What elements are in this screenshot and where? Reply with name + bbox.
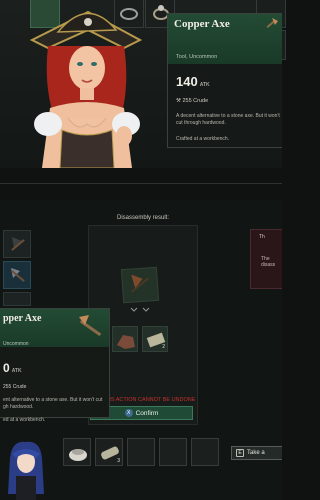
item-tooltip-top: Copper Axe Tool, Uncommon 140 ATK ⚒ 255 C… [167, 13, 282, 148]
key-hint: E [236, 449, 244, 457]
hammer-icon: ⚒ [176, 98, 181, 104]
item-subtitle: Tool, Uncommon [176, 54, 218, 60]
take-label: Take a [247, 450, 265, 456]
hotbar-slot[interactable] [127, 438, 155, 466]
result-slot-crude-copper[interactable] [112, 326, 138, 352]
atk-stat: 140 ATK [176, 74, 210, 89]
wood-plank-icon [146, 332, 166, 348]
chevron-down-icon [130, 307, 150, 312]
divider [0, 183, 282, 184]
material-text: 255 Crude [182, 98, 209, 104]
item-description: ent alternative to a stone axe. But it w… [3, 397, 103, 410]
hotbar-slot[interactable] [159, 438, 187, 466]
axe-icon [11, 268, 25, 282]
crafting-note: ed at a workbench. [3, 417, 46, 423]
disassemble-item-slot[interactable] [120, 266, 160, 304]
result-slot-wood-plank[interactable]: 2 [142, 326, 168, 352]
hotbar-slot[interactable] [63, 438, 91, 466]
ore-bag-icon [69, 449, 87, 461]
material-line: ⚒ 255 Crude [176, 98, 208, 104]
warning-text: THIS ACTION CANNOT BE UNDONE [102, 397, 196, 403]
character-portrait [28, 0, 146, 168]
character-portrait-small [6, 440, 46, 500]
inventory-slot[interactable] [3, 292, 31, 306]
disassembly-label: Disassembly result: [116, 215, 169, 221]
material-text: 255 Crude [3, 384, 27, 390]
take-button[interactable]: E Take a [231, 446, 282, 460]
info-title: Th [259, 234, 265, 240]
x-button-glyph: X [124, 409, 133, 417]
axe-icon [11, 237, 25, 251]
confirm-label: Confirm [135, 409, 159, 417]
crafting-note: Crafted at a workbench. [176, 136, 230, 142]
info-panel: Th The disass [250, 229, 282, 289]
inventory-slot[interactable] [3, 230, 31, 258]
top-panel: Copper Axe Tool, Uncommon 140 ATK ⚒ 255 C… [0, 0, 286, 168]
atk-stat: 0 ATK [3, 361, 22, 375]
hotbar-slot[interactable]: 3 [95, 438, 123, 466]
item-title: Copper Axe [174, 18, 230, 30]
item-description: A decent alternative to a stone axe. But… [176, 113, 280, 126]
hotbar: 3 [63, 438, 221, 468]
slot-qty: 3 [117, 458, 120, 464]
copper-axe-icon [130, 274, 150, 293]
axe-icon [79, 315, 102, 337]
tooltip-header: Copper Axe Tool, Uncommon [168, 14, 282, 64]
info-text: The disass [261, 256, 276, 268]
inventory-slot[interactable] [3, 261, 31, 289]
tooltip-header: pper Axe Uncommon [0, 309, 109, 347]
hotbar-slot[interactable] [191, 438, 219, 466]
axe-icon [266, 18, 278, 28]
crude-copper-icon [117, 335, 135, 349]
item-subtitle: Uncommon [3, 341, 29, 347]
item-tooltip-bottom: pper Axe Uncommon 0 ATK 255 Crude ent alt… [0, 308, 110, 423]
result-qty: 2 [162, 344, 165, 350]
